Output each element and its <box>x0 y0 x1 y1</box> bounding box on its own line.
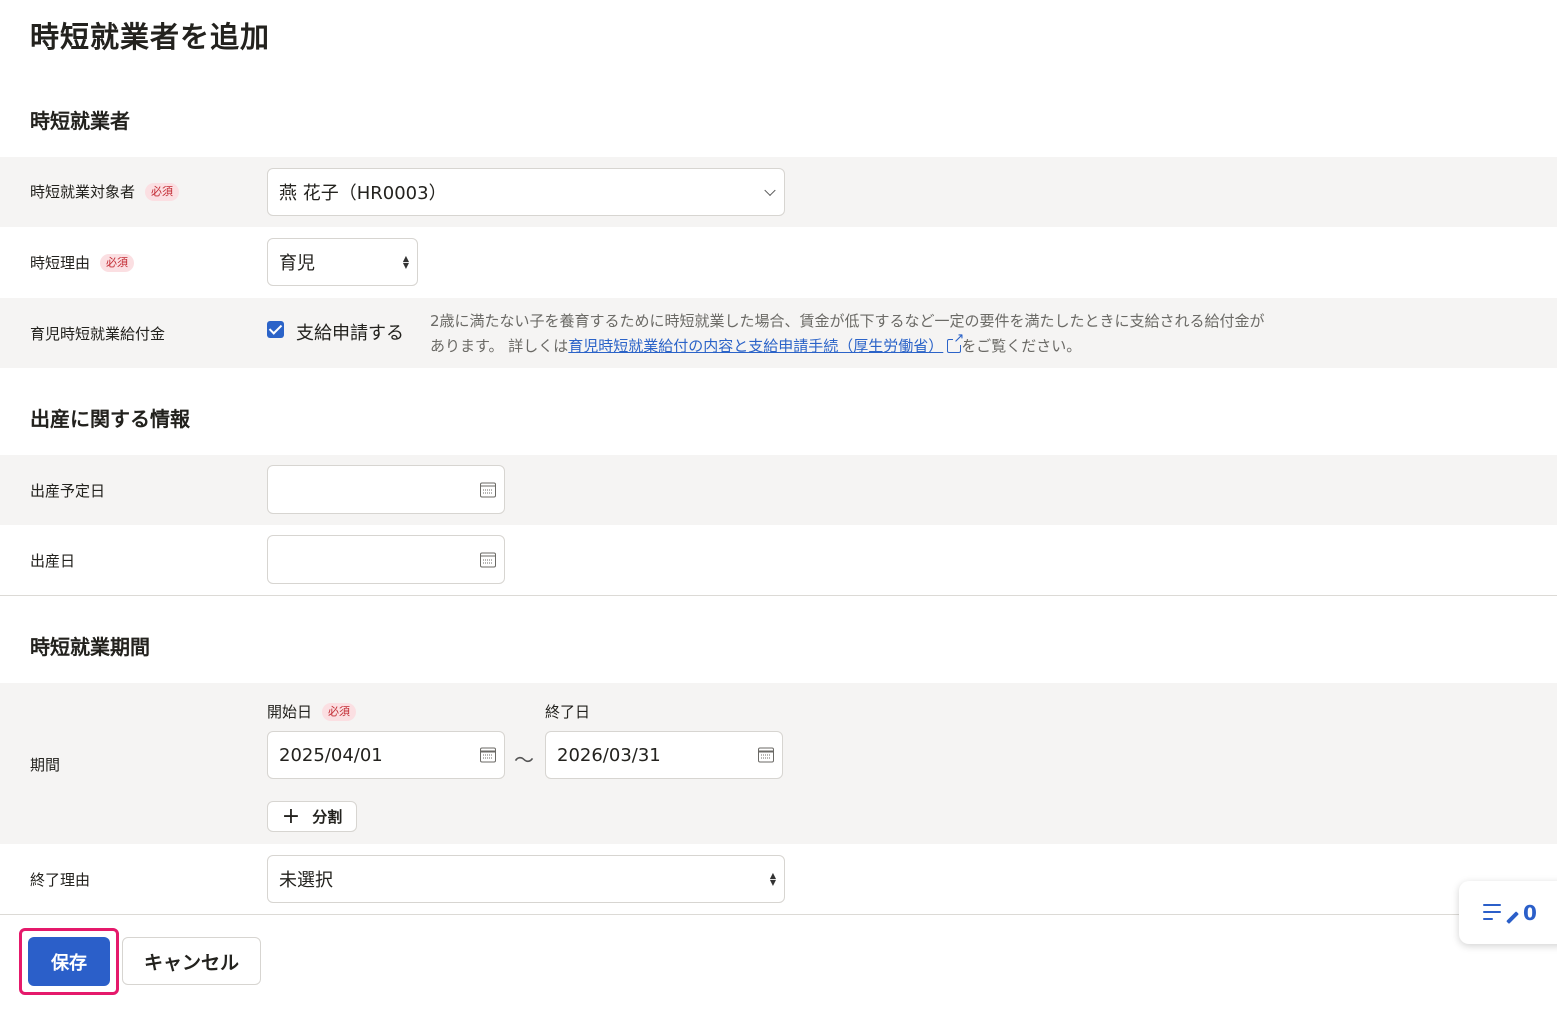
required-badge: 必須 <box>145 182 180 201</box>
floating-notes-button[interactable]: 0 <box>1459 881 1557 944</box>
section-title-period: 時短就業期間 <box>30 635 150 659</box>
save-button-highlight: 保存 <box>19 928 119 995</box>
row-reason: 時短理由 必須 育児 ▲ ▼ <box>0 227 1557 298</box>
plus-icon: + <box>281 803 301 829</box>
target-label-group: 時短就業対象者 必須 <box>30 181 180 202</box>
section-title-birth: 出産に関する情報 <box>30 407 190 431</box>
end-date-value: 2026/03/31 <box>557 744 661 766</box>
start-date-value: 2025/04/01 <box>279 744 383 766</box>
target-label: 時短就業対象者 <box>30 183 136 201</box>
row-due-date: 出産予定日 <box>0 455 1557 525</box>
cancel-button[interactable]: キャンセル <box>122 937 261 985</box>
calendar-icon[interactable] <box>480 482 496 497</box>
calendar-icon[interactable] <box>480 747 496 763</box>
target-select[interactable]: 燕 花子（HR0003） <box>267 168 785 216</box>
reason-select-value: 育児 <box>279 253 315 274</box>
period-label: 期間 <box>30 756 61 774</box>
page-title: 時短就業者を追加 <box>30 20 271 54</box>
end-date-label: 終了日 <box>545 703 591 721</box>
row-birth-date: 出産日 <box>0 525 1557 595</box>
end-reason-select[interactable]: 未選択 ▲ ▼ <box>267 855 785 903</box>
benefit-help-link[interactable]: 育児時短就業給付の内容と支給申請手続（厚生労働省） <box>568 337 943 355</box>
benefit-checkbox[interactable] <box>267 321 284 338</box>
start-date-label: 開始日 <box>267 703 313 721</box>
chevron-down-icon <box>764 184 776 197</box>
due-date-input[interactable] <box>267 465 505 514</box>
benefit-checkbox-label[interactable]: 支給申請する <box>296 319 404 345</box>
benefit-help-text: 2歳に満たない子を養育するために時短就業した場合、賃金が低下するなど一定の要件を… <box>430 309 1350 359</box>
updown-arrows-icon: ▲ ▼ <box>402 254 409 270</box>
row-target: 時短就業対象者 必須 燕 花子（HR0003） <box>0 157 1557 227</box>
split-button[interactable]: + 分割 <box>267 801 357 832</box>
birth-date-input[interactable] <box>267 535 505 584</box>
calendar-icon[interactable] <box>480 552 496 567</box>
row-benefit: 育児時短就業給付金 支給申請する 2歳に満たない子を養育するために時短就業した場… <box>0 298 1557 368</box>
split-button-label: 分割 <box>312 808 343 826</box>
row-end-reason: 終了理由 未選択 ▲ ▼ <box>0 844 1557 914</box>
floating-notes-count: 0 <box>1523 900 1537 925</box>
target-select-value: 燕 花子（HR0003） <box>279 183 447 204</box>
reason-label-group: 時短理由 必須 <box>30 252 135 273</box>
birth-date-label: 出産日 <box>30 552 76 570</box>
due-date-label: 出産予定日 <box>30 482 106 500</box>
updown-arrows-icon: ▲ ▼ <box>769 871 776 887</box>
period-separator: ～ <box>514 748 534 772</box>
reason-label: 時短理由 <box>30 254 91 272</box>
benefit-help-line1: 2歳に満たない子を養育するために時短就業した場合、賃金が低下するなど一定の要件を… <box>430 312 1265 330</box>
required-badge: 必須 <box>322 702 357 721</box>
row-period: 期間 開始日 必須 終了日 2025/04/01 ～ 2026/03/31 + … <box>0 683 1557 844</box>
required-badge: 必須 <box>100 253 135 272</box>
end-reason-label: 終了理由 <box>30 871 91 889</box>
benefit-help-line2: あります。 詳しくは育児時短就業給付の内容と支給申請手続（厚生労働省） をご覧くだ… <box>430 332 1350 359</box>
benefit-label: 育児時短就業給付金 <box>30 325 166 343</box>
save-button[interactable]: 保存 <box>28 937 110 986</box>
calendar-icon[interactable] <box>758 747 774 763</box>
section-title-employee: 時短就業者 <box>30 109 130 133</box>
section-divider <box>0 595 1557 596</box>
start-date-input[interactable]: 2025/04/01 <box>267 731 505 779</box>
reason-select[interactable]: 育児 ▲ ▼ <box>267 238 418 286</box>
external-link-icon[interactable] <box>947 332 965 353</box>
benefit-help-prefix: あります。 詳しくは <box>430 337 569 355</box>
benefit-help-suffix: をご覧ください。 <box>961 337 1082 355</box>
notes-edit-icon <box>1483 902 1519 924</box>
footer-divider <box>0 914 1557 915</box>
end-date-input[interactable]: 2026/03/31 <box>545 731 783 779</box>
start-date-label-group: 開始日 必須 <box>267 701 357 722</box>
end-reason-value: 未選択 <box>279 870 333 891</box>
